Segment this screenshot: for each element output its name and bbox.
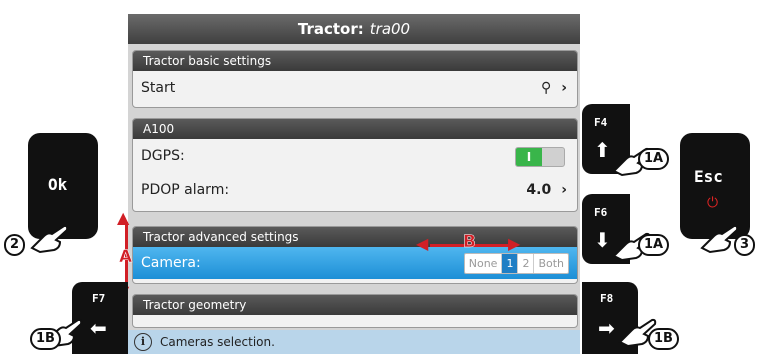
ok-key-label: Ok	[48, 175, 68, 194]
camera-option-both[interactable]: Both	[534, 254, 568, 273]
pdop-alarm-label: PDOP alarm:	[141, 182, 230, 198]
info-icon: i	[134, 333, 152, 351]
f8-key-label: F8	[600, 292, 614, 305]
pin-icon: ⚲	[540, 80, 552, 96]
arrow-right-icon: ➡	[598, 316, 615, 340]
title-bar: Tractor: tra00	[128, 14, 580, 44]
info-text: Cameras selection.	[160, 335, 275, 349]
panel-geometry: Tractor geometry	[132, 294, 578, 328]
esc-key-label: Esc	[694, 167, 723, 186]
power-icon: ⏻	[707, 195, 719, 211]
f6-key-label: F6	[594, 206, 608, 219]
chevron-right-icon: ›	[561, 182, 567, 198]
panel-a100: A100 DGPS: I PDOP alarm: 4.0 ›	[132, 118, 578, 212]
dgps-toggle[interactable]: I	[515, 147, 565, 167]
camera-option-none[interactable]: None	[465, 254, 503, 273]
pointing-hand-icon	[30, 224, 69, 254]
arrow-up-head: ▲	[117, 208, 130, 227]
step-badge-1b: 1B	[30, 328, 61, 350]
step-badge-1a: 1A	[638, 148, 670, 170]
camera-label: Camera:	[141, 255, 201, 271]
toggle-on-indicator: I	[516, 148, 542, 166]
panel-basic-settings: Tractor basic settings Start ⚲ ›	[132, 50, 578, 108]
step-badge-2: 2	[4, 234, 26, 256]
chevron-right-icon: ›	[561, 80, 567, 96]
step-badge-1b: 1B	[648, 328, 679, 350]
annotation-a: A	[119, 247, 133, 268]
f7-key-label: F7	[92, 292, 106, 305]
dgps-row: DGPS: I	[133, 139, 577, 173]
camera-option-1[interactable]: 1	[502, 254, 519, 273]
device-screen: Tractor: tra00 Tractor basic settings St…	[128, 14, 580, 354]
annotation-b: B	[463, 232, 476, 253]
start-label: Start	[141, 80, 176, 96]
title-label: Tractor:	[297, 20, 364, 38]
camera-selector[interactable]: None 1 2 Both	[463, 253, 569, 274]
arrow-up-icon: ⬆	[594, 138, 611, 162]
camera-option-2[interactable]: 2	[518, 254, 535, 273]
arrow-right-head: ▶	[508, 234, 521, 253]
arrow-left-head: ◀	[416, 234, 429, 253]
panel-header[interactable]: Tractor geometry	[133, 295, 577, 315]
title-value: tra00	[369, 20, 411, 38]
arrow-down-icon: ⬇	[594, 228, 611, 252]
start-row[interactable]: Start ⚲ ›	[133, 71, 577, 105]
step-badge-1a: 1A	[638, 234, 670, 256]
info-bar: i Cameras selection.	[128, 330, 580, 354]
panel-header: Tractor basic settings	[133, 51, 577, 71]
arrow-left-icon: ⬅	[90, 316, 107, 340]
panel-header: A100	[133, 119, 577, 139]
dgps-label: DGPS:	[141, 148, 185, 164]
f4-key-label: F4	[594, 116, 608, 129]
pdop-alarm-value: 4.0	[526, 182, 552, 198]
pdop-alarm-row[interactable]: PDOP alarm: 4.0 ›	[133, 173, 577, 207]
step-badge-3: 3	[734, 234, 756, 256]
